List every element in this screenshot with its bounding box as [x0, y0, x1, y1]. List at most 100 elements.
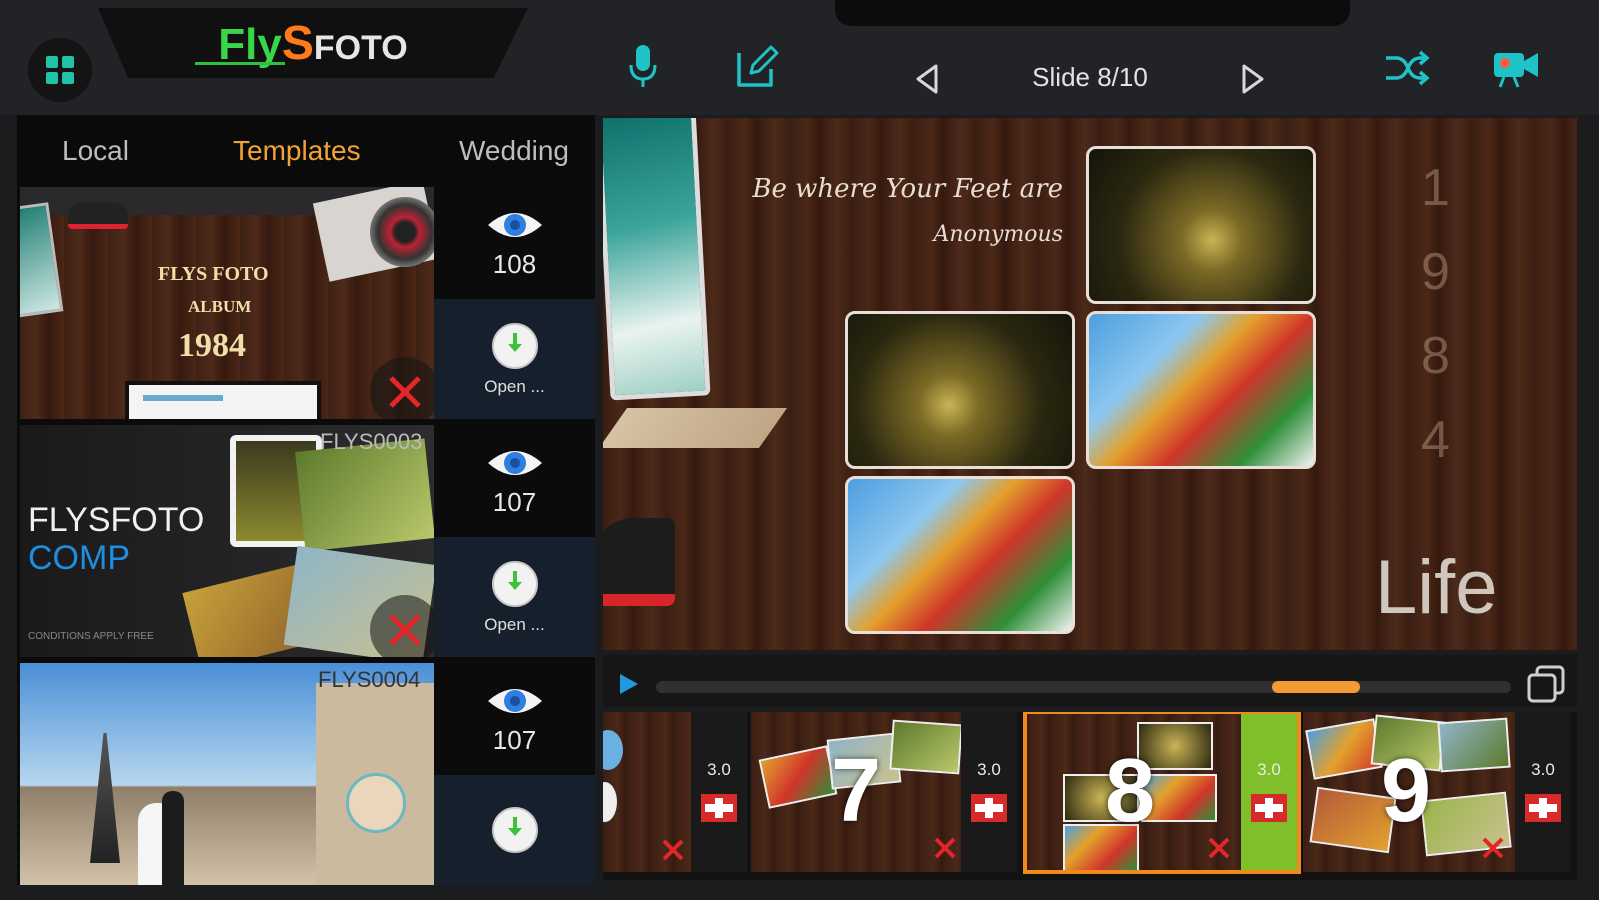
- edit-button[interactable]: [732, 42, 782, 92]
- slide-duration-column[interactable]: 3.0: [1515, 712, 1571, 872]
- progress-track[interactable]: [656, 681, 1511, 693]
- eiffel-tower-image: [90, 733, 120, 863]
- transition-icon: [971, 794, 1007, 822]
- transition-icon: [1525, 794, 1561, 822]
- year-digit: 8: [1421, 327, 1450, 385]
- template-fine-print: CONDITIONS APPLY FREE: [28, 631, 154, 642]
- microphone-button[interactable]: [625, 42, 661, 90]
- cap-image: [68, 203, 128, 229]
- template-title-line3: 1984: [178, 327, 246, 364]
- slide-number: 9: [1381, 741, 1432, 841]
- year-digit: 9: [1421, 243, 1450, 301]
- views-count: 108: [492, 248, 537, 279]
- device-notch: [835, 0, 1350, 26]
- apps-grid-button[interactable]: [28, 38, 92, 102]
- open-template-button[interactable]: Open ...: [434, 299, 595, 419]
- open-template-button[interactable]: [434, 775, 595, 885]
- close-icon: [934, 837, 956, 859]
- duplicate-slide-button[interactable]: [1526, 664, 1566, 704]
- slide-thumbnail[interactable]: 9: [1303, 712, 1515, 872]
- shuffle-icon: [1386, 50, 1430, 86]
- cap-image: [603, 518, 675, 606]
- photo-bird-2[interactable]: [845, 311, 1075, 469]
- views-panel: 107: [434, 663, 595, 775]
- play-icon: [620, 674, 638, 694]
- life-text: Life: [1375, 545, 1498, 630]
- slide-duration: 3.0: [977, 760, 1001, 779]
- play-button[interactable]: [616, 670, 642, 698]
- delete-template-button[interactable]: [370, 357, 434, 419]
- close-icon: [389, 376, 421, 408]
- close-icon: [1482, 837, 1504, 859]
- active-slide-highlight: [1023, 712, 1301, 874]
- template-title-line2: COMP: [28, 539, 130, 577]
- delete-slide-button[interactable]: [933, 836, 957, 865]
- close-icon: [389, 614, 421, 646]
- eye-icon: [487, 450, 542, 475]
- copy-icon: [1527, 665, 1565, 703]
- template-title-line2: ALBUM: [188, 297, 252, 316]
- microphone-icon: [629, 45, 657, 87]
- open-label: Open ...: [484, 615, 545, 634]
- open-template-button[interactable]: Open ...: [434, 537, 595, 657]
- photo-parrot-2[interactable]: [845, 476, 1075, 634]
- slide-number: 7: [831, 741, 882, 841]
- eye-icon: [487, 212, 542, 237]
- eye-icon: [487, 688, 542, 713]
- tablet-edge-image: [603, 408, 788, 448]
- photo-bird-1[interactable]: [1086, 146, 1316, 304]
- photo-image: [889, 719, 961, 775]
- photo-circle-image: [603, 730, 623, 770]
- tab-templates[interactable]: Templates: [233, 135, 361, 167]
- tab-local[interactable]: Local: [62, 135, 129, 167]
- slide-preview[interactable]: Be where Your Feet are Anonymous 1 9 8 4…: [603, 118, 1577, 650]
- shuffle-button[interactable]: [1384, 48, 1430, 88]
- groom-image: [162, 791, 184, 885]
- template-code: FLYS0004: [318, 667, 421, 692]
- photo-circle-image: [603, 782, 617, 822]
- template-panel: Local Templates Wedding FLYS FOTO ALBUM …: [17, 115, 595, 885]
- template-title-line1: FLYS FOTO: [158, 263, 269, 285]
- template-title-line1: FLYSFOTO: [28, 501, 205, 539]
- slide-duration-column[interactable]: 3.0: [691, 712, 747, 872]
- slide-duration: 3.0: [707, 760, 731, 779]
- download-icon: [491, 323, 538, 369]
- edit-icon: [737, 45, 779, 87]
- video-camera-icon: [1494, 53, 1538, 88]
- card-image: [316, 683, 434, 885]
- open-label: Open ...: [484, 377, 545, 396]
- logo-underline: [195, 62, 285, 65]
- views-count: 107: [492, 724, 537, 755]
- tablet-image: [20, 202, 64, 318]
- template-thumbnail[interactable]: FLYS FOTO ALBUM 1984: [20, 187, 434, 419]
- template-item: FLYS0003 FLYSFOTO COMP CONDITIONS APPLY …: [17, 425, 595, 657]
- template-thumbnail[interactable]: FLYS0003 FLYSFOTO COMP CONDITIONS APPLY …: [20, 425, 434, 657]
- record-video-button[interactable]: [1492, 44, 1540, 90]
- template-thumbnail[interactable]: FLYS0004: [20, 663, 434, 885]
- slide-thumbnail[interactable]: 7: [751, 712, 961, 872]
- year-digit: 1: [1421, 159, 1450, 217]
- tab-bar: Local Templates Wedding: [17, 115, 595, 185]
- progress-fill: [1271, 681, 1360, 693]
- photo-parrot-1[interactable]: [1086, 311, 1316, 469]
- slide-thumbnail[interactable]: [603, 712, 691, 872]
- download-icon: [491, 561, 538, 607]
- photo-image: [1437, 717, 1511, 773]
- next-slide-button[interactable]: [1238, 62, 1268, 96]
- previous-slide-button[interactable]: [912, 62, 942, 96]
- filmstrip: 3.0 7 3.0 8 3.0 9 3.0: [603, 712, 1577, 880]
- slide-duration-column[interactable]: 3.0: [961, 712, 1017, 872]
- download-icon: [491, 807, 538, 853]
- triangle-left-icon: [916, 64, 938, 94]
- transition-icon: [701, 794, 737, 822]
- delete-slide-button[interactable]: [661, 838, 685, 867]
- slide-counter: Slide 8/10: [1032, 62, 1148, 92]
- laptop-image: [125, 381, 321, 419]
- views-panel: 107: [434, 425, 595, 537]
- delete-slide-button[interactable]: [1481, 836, 1505, 865]
- delete-template-button[interactable]: [370, 595, 434, 657]
- tab-wedding[interactable]: Wedding: [459, 135, 569, 167]
- year-digit: 4: [1421, 411, 1450, 469]
- template-code: FLYS0003: [320, 429, 423, 454]
- close-icon: [662, 839, 684, 861]
